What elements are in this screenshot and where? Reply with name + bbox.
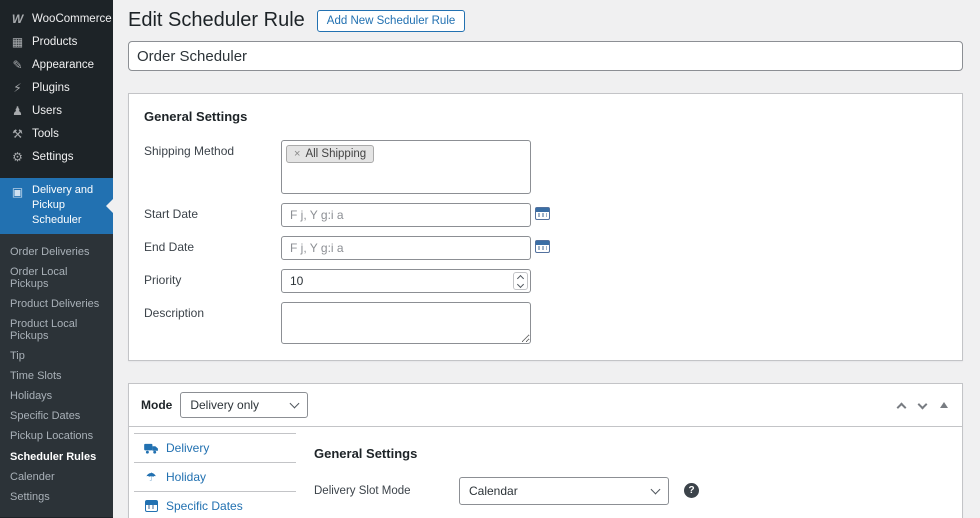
submenu-item-settings[interactable]: Settings (0, 487, 113, 507)
end-date-input[interactable] (281, 236, 531, 260)
settings-icon: ⚙ (12, 149, 23, 164)
end-date-calendar-icon[interactable] (535, 240, 550, 256)
add-new-scheduler-rule-button[interactable]: Add New Scheduler Rule (316, 9, 466, 32)
admin-sidebar: W WooCommerce ▦ Products ✎ Appearance ⚡ … (0, 0, 113, 518)
delivery-tab-content: General Settings Delivery Slot Mode Cale… (296, 433, 950, 518)
sidebar-item-label: Users (32, 104, 63, 117)
remove-tag-icon[interactable]: × (294, 148, 300, 160)
products-icon: ▦ (11, 34, 24, 49)
priority-label: Priority (144, 273, 182, 287)
woocommerce-icon: W (11, 11, 24, 26)
submenu-item-time-slots[interactable]: Time Slots (0, 366, 113, 386)
submenu-item-specific-dates[interactable]: Specific Dates (0, 406, 113, 426)
users-icon: ♟ (12, 103, 23, 118)
scheduler-icon: ▣ (11, 185, 24, 199)
tab-label: Specific Dates (166, 499, 243, 513)
start-date-label: Start Date (144, 207, 199, 221)
shipping-method-label: Shipping Method (144, 144, 235, 158)
mode-tabs: Delivery ☂ Holiday Specific Dates ⚙ Crit… (134, 433, 296, 518)
submenu-item-order-local-pickups[interactable]: Order Local Pickups (0, 262, 113, 294)
calendar-icon (535, 207, 550, 220)
sidebar-item-label: Appearance (32, 58, 95, 71)
sidebar-item-settings[interactable]: ⚙ Settings (0, 145, 113, 168)
submenu-item-holidays[interactable]: Holidays (0, 386, 113, 406)
sidebar-item-label: Tools (32, 127, 59, 140)
page-title: Edit Scheduler Rule (128, 9, 305, 31)
plugins-icon: ⚡ (13, 80, 22, 95)
sidebar-item-appearance[interactable]: ✎ Appearance (0, 53, 113, 76)
submenu-item-product-deliveries[interactable]: Product Deliveries (0, 294, 113, 314)
priority-spinner[interactable] (513, 272, 528, 290)
delivery-slot-mode-value: Calendar (469, 484, 518, 498)
mode-panel-body: Delivery ☂ Holiday Specific Dates ⚙ Crit… (129, 427, 962, 518)
delivery-slot-mode-label: Delivery Slot Mode (314, 485, 411, 497)
sidebar-item-label: Delivery and Pickup Scheduler (32, 184, 94, 226)
sidebar-item-label: Products (32, 35, 78, 48)
tab-label: Holiday (166, 470, 207, 484)
sidebar-item-label: Plugins (32, 81, 70, 94)
truck-icon (143, 443, 159, 454)
tab-label: Delivery (166, 441, 210, 455)
move-down-icon[interactable] (917, 399, 928, 409)
calendar-icon (535, 240, 550, 253)
move-up-icon[interactable] (896, 402, 907, 412)
submenu-item-product-local-pickups[interactable]: Product Local Pickups (0, 314, 113, 346)
mode-panel: Mode Delivery only Delivery ☂ Holiday Sp… (128, 383, 963, 518)
panel-header-actions (896, 399, 950, 412)
submenu-item-scheduler-rules[interactable]: Scheduler Rules (0, 447, 113, 467)
shipping-method-tag-label: All Shipping (305, 148, 367, 160)
scheduler-submenu: Order Deliveries Order Local Pickups Pro… (0, 233, 113, 517)
tab-holiday[interactable]: ☂ Holiday (134, 463, 296, 492)
sidebar-item-tools[interactable]: ⚒ Tools (0, 122, 113, 145)
sidebar-item-label: WooCommerce (32, 12, 112, 25)
mode-select-value: Delivery only (190, 398, 260, 412)
sidebar-item-woocommerce[interactable]: W WooCommerce (0, 7, 113, 30)
mode-label: Mode (141, 398, 173, 412)
sidebar-item-products[interactable]: ▦ Products (0, 30, 113, 53)
description-label: Description (144, 306, 205, 320)
sidebar-item-users[interactable]: ♟ Users (0, 99, 113, 122)
sidebar-item-label: Settings (32, 150, 74, 163)
start-date-row: Start Date (144, 203, 947, 227)
delivery-slot-mode-row: Delivery Slot Mode Calendar ? (314, 477, 950, 505)
submenu-item-order-deliveries[interactable]: Order Deliveries (0, 242, 113, 262)
page-header: Edit Scheduler Rule Add New Scheduler Ru… (128, 9, 963, 32)
submenu-item-tip[interactable]: Tip (0, 346, 113, 366)
rule-title-input[interactable] (128, 41, 963, 71)
appearance-icon: ✎ (12, 57, 23, 72)
start-date-calendar-icon[interactable] (535, 207, 550, 223)
priority-row: Priority (144, 269, 947, 293)
general-settings-heading: General Settings (144, 109, 248, 124)
spinner-down-icon (516, 280, 525, 288)
admin-menu: W WooCommerce ▦ Products ✎ Appearance ⚡ … (0, 7, 113, 168)
mode-select[interactable]: Delivery only (180, 392, 309, 418)
shipping-method-row: Shipping Method × All Shipping (144, 140, 947, 194)
tools-icon: ⚒ (12, 126, 23, 141)
sidebar-item-delivery-pickup-scheduler[interactable]: ▣ Delivery and Pickup Scheduler (0, 178, 113, 234)
priority-input[interactable] (281, 269, 531, 293)
shipping-method-multiselect[interactable]: × All Shipping (281, 140, 531, 194)
tab-specific-dates[interactable]: Specific Dates (134, 492, 296, 518)
umbrella-icon: ☂ (145, 470, 157, 484)
submenu-item-pickup-locations[interactable]: Pickup Locations (0, 426, 113, 446)
tab-delivery[interactable]: Delivery (134, 434, 296, 463)
sidebar-item-plugins[interactable]: ⚡ Plugins (0, 76, 113, 99)
main-content: Edit Scheduler Rule Add New Scheduler Ru… (113, 0, 980, 518)
delivery-slot-mode-select[interactable]: Calendar (459, 477, 669, 505)
calendar-icon (143, 500, 159, 512)
help-icon[interactable]: ? (684, 483, 699, 498)
description-row: Description (144, 302, 947, 344)
mode-panel-header: Mode Delivery only (129, 384, 962, 427)
delivery-general-settings-heading: General Settings (314, 446, 418, 461)
end-date-label: End Date (144, 240, 195, 254)
general-settings-panel: General Settings Shipping Method × All S… (128, 93, 963, 361)
end-date-row: End Date (144, 236, 947, 260)
shipping-method-tag: × All Shipping (286, 145, 375, 163)
submenu-item-calender[interactable]: Calender (0, 467, 113, 487)
start-date-input[interactable] (281, 203, 531, 227)
description-textarea[interactable] (281, 302, 531, 344)
toggle-panel-icon[interactable] (940, 402, 948, 408)
